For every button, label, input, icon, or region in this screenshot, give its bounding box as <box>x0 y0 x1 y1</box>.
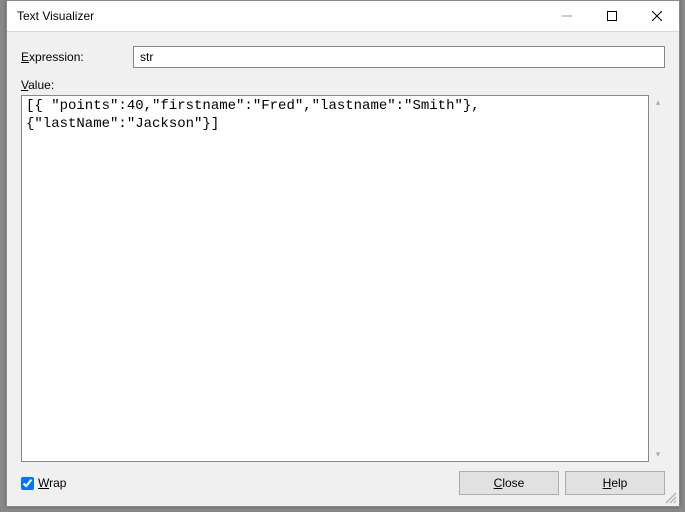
help-button[interactable]: Help <box>565 471 665 495</box>
window-title: Text Visualizer <box>17 9 94 23</box>
close-window-button[interactable] <box>634 1 679 31</box>
close-icon <box>652 11 662 21</box>
titlebar: Text Visualizer <box>7 1 679 32</box>
scroll-indicator: ▴ ▾ <box>651 95 665 462</box>
maximize-icon <box>607 11 617 21</box>
footer-row: Wrap Close Help <box>21 470 665 496</box>
maximize-button[interactable] <box>589 1 634 31</box>
minimize-icon <box>562 11 572 21</box>
chevron-up-icon: ▴ <box>656 97 661 108</box>
minimize-button[interactable] <box>544 1 589 31</box>
expression-row: Expression: <box>21 46 665 68</box>
wrap-checkbox[interactable] <box>21 477 34 490</box>
chevron-down-icon: ▾ <box>656 449 661 460</box>
expression-input[interactable] <box>133 46 665 68</box>
wrap-checkbox-label[interactable]: Wrap <box>21 476 66 490</box>
window-controls <box>544 1 679 31</box>
close-button[interactable]: Close <box>459 471 559 495</box>
value-label: Value: <box>21 78 665 92</box>
value-textarea[interactable] <box>21 95 649 462</box>
value-wrap: ▴ ▾ <box>21 95 665 462</box>
content-area: Expression: Value: ▴ ▾ Wrap Close Help <box>7 32 679 506</box>
text-visualizer-window: Text Visualizer Expression: Value: ▴ ▾ <box>6 0 680 507</box>
expression-label: Expression: <box>21 50 123 64</box>
